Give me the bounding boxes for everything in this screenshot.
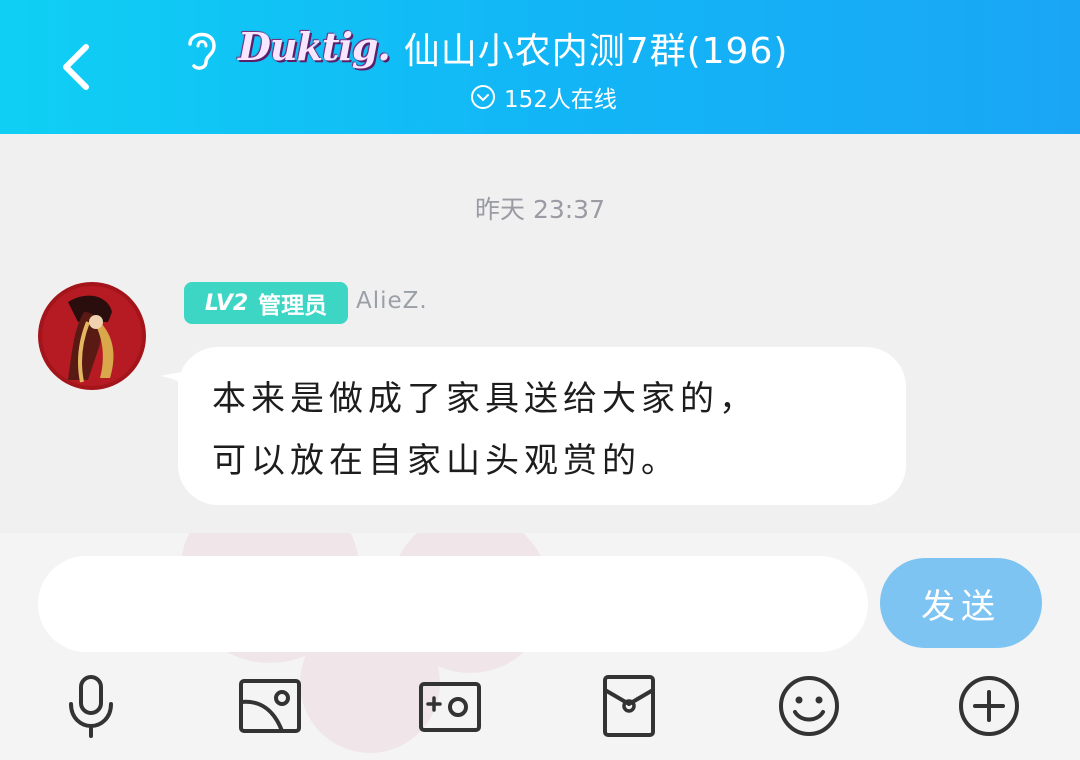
avatar-image (38, 282, 146, 390)
group-logo: Duktig. (238, 23, 391, 69)
red-packet-button[interactable] (596, 673, 662, 739)
sender-name[interactable]: AlieZ. (356, 288, 428, 314)
message-line-1: 本来是做成了家具送给大家的， (212, 379, 758, 419)
plus-icon (959, 676, 1019, 736)
chevron-circle-down-icon (471, 85, 495, 109)
emoji-button[interactable] (776, 673, 842, 739)
online-count: 152人在线 (504, 87, 617, 113)
voice-button[interactable] (58, 673, 124, 739)
admin-badge: LV2 管理员 (184, 282, 348, 324)
message-line-2: 可以放在自家山头观赏的。 (212, 441, 680, 481)
more-button[interactable] (956, 673, 1022, 739)
level-label: LV2 (204, 290, 249, 316)
microphone-icon (69, 675, 113, 738)
ear-icon[interactable] (180, 24, 224, 72)
role-label: 管理员 (258, 293, 328, 319)
online-status[interactable]: 152人在线 (470, 80, 617, 114)
back-button[interactable] (44, 30, 108, 104)
red-packet-icon (603, 675, 655, 737)
avatar[interactable] (38, 282, 146, 390)
camera-button[interactable] (417, 673, 483, 739)
group-title[interactable]: 仙山小农内测7群(196) (404, 22, 789, 74)
photo-button[interactable] (237, 673, 303, 739)
message-timestamp: 昨天 23:37 (475, 195, 605, 224)
message-text: 本来是做成了家具送给大家的， 可以放在自家山头观赏的。 (212, 368, 892, 492)
chevron-left-icon (63, 44, 89, 90)
camera-icon (419, 682, 481, 732)
chat-header: Duktig. 仙山小农内测7群(196) 152人在线 (0, 0, 1080, 134)
message-input[interactable] (38, 556, 868, 652)
emoji-icon (779, 676, 839, 736)
send-button[interactable]: 发送 (880, 558, 1042, 648)
title-row: Duktig. 仙山小农内测7群(196) (180, 18, 788, 78)
image-icon (239, 679, 301, 733)
